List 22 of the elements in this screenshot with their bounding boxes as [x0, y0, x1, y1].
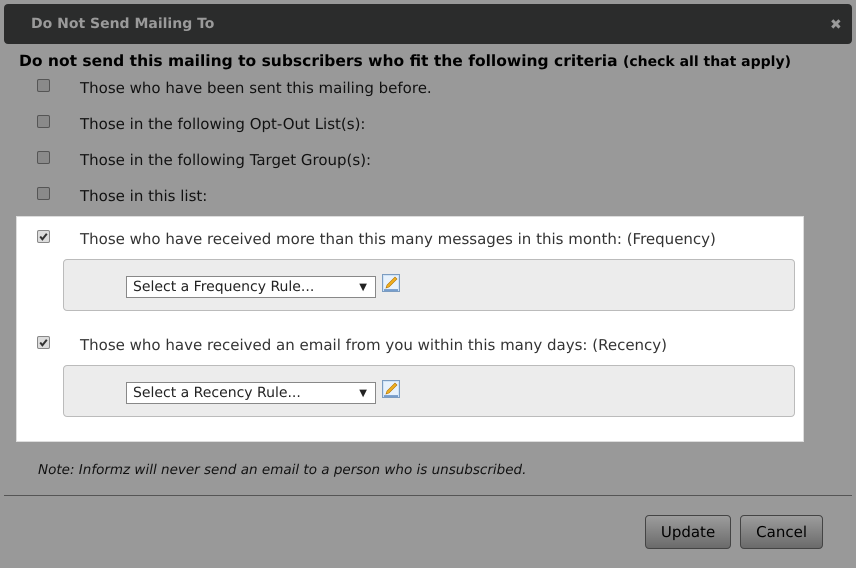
- rule-select[interactable]: Select a Recency Rule... ▼: [126, 382, 376, 404]
- cancel-button[interactable]: Cancel: [740, 515, 823, 549]
- pencil-icon[interactable]: [382, 380, 400, 398]
- checkbox[interactable]: [37, 336, 50, 348]
- heading: Do not send this mailing to subscribers who fit the following criteria (check all that apply): [19, 52, 792, 70]
- checkbox[interactable]: [37, 186, 50, 200]
- update-button[interactable]: Update: [644, 515, 732, 549]
- criterion-label: Those in this list:: [80, 187, 208, 205]
- criterion-label: Those who have received an email from you within this many days: (Recency): [80, 336, 668, 354]
- note-text: Note: Informz will never send an email to a person who is unsubscribed.: [38, 462, 528, 478]
- checkbox[interactable]: [37, 230, 50, 242]
- checkbox[interactable]: [37, 114, 50, 128]
- criterion-label: Those in the following Opt-Out List(s):: [80, 115, 366, 133]
- close-button[interactable]: ✖: [830, 16, 842, 32]
- checkbox[interactable]: [37, 150, 50, 164]
- criterion-label: Those who have received more than this many messages in this month: (Frequency): [80, 230, 716, 248]
- criterion-label: Those who have been sent this mailing before.: [80, 79, 432, 97]
- window-title: Do Not Send Mailing To: [31, 16, 214, 32]
- checkbox[interactable]: [37, 78, 50, 92]
- rule-select[interactable]: Select a Frequency Rule... ▼: [126, 276, 376, 298]
- criterion-label: Those in the following Target Group(s):: [80, 151, 372, 169]
- pencil-icon[interactable]: [382, 274, 400, 292]
